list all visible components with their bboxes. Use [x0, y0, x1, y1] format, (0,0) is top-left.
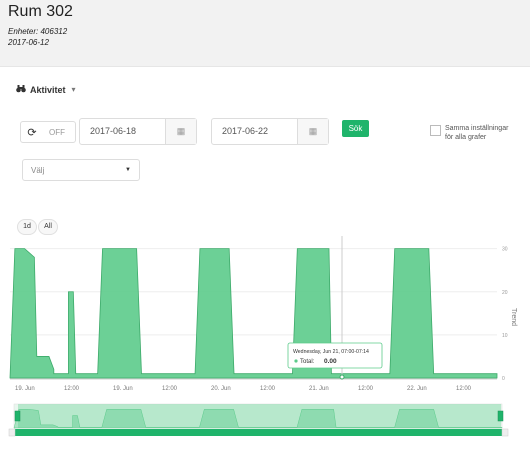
tooltip-date: Wednesday, Jun 21, 07:00-07:14 [293, 349, 369, 355]
toggle-off-label: OFF [49, 127, 65, 137]
x-tick-label: 12:00 [456, 386, 472, 392]
tooltip-value: 0.00 [324, 358, 337, 365]
series-area [9, 248, 498, 379]
page-title: Rum 302 [8, 3, 73, 20]
x-tick-label: 21. Jun [309, 386, 329, 392]
binoculars-icon [16, 84, 26, 95]
y-axis-label: Trend [510, 308, 517, 326]
y-tick-label: 0 [502, 376, 505, 382]
tooltip-series-marker [294, 359, 298, 363]
end-date-value: 2017-06-22 [222, 126, 269, 136]
calendar-icon[interactable]: ▦ [297, 119, 328, 144]
x-tick-label: 19. Jun [113, 386, 133, 392]
x-tick-label: 20. Jun [211, 386, 231, 392]
tooltip-label: Total: [300, 359, 315, 365]
navigator-left-handle[interactable] [14, 410, 21, 422]
units-label: Enheter: 406312 [8, 27, 68, 36]
activity-label: Aktivitet [30, 84, 66, 95]
y-tick-label: 20 [502, 290, 508, 296]
x-tick-label: 12:00 [358, 386, 374, 392]
x-tick-label: 19. Jun [15, 386, 35, 392]
range-1d-button[interactable]: 1d [17, 219, 37, 235]
y-tick-label: 10 [502, 333, 508, 339]
select-value: Välj [31, 165, 45, 175]
y-tick-label: 30 [502, 247, 508, 253]
calendar-icon[interactable]: ▦ [165, 119, 196, 144]
range-all-button[interactable]: All [38, 219, 58, 235]
x-tick-label: 12:00 [64, 386, 80, 392]
value-select[interactable]: Välj ▼ [22, 159, 140, 181]
activity-chart[interactable]: 19. Jun 12:00 19. Jun 12:00 20. Jun 12:00 21. … [0, 236, 530, 446]
page-header: Rum 302 Enheter: 406312 2017-06-12 [0, 0, 530, 67]
x-tick-label: 22. Jun [407, 386, 427, 392]
date-label: 2017-06-12 [8, 38, 49, 47]
x-tick-label: 12:00 [260, 386, 276, 392]
navigator-selection [18, 404, 501, 428]
navigator-right-handle[interactable] [497, 410, 504, 422]
refresh-toggle[interactable]: ⟳ OFF [20, 121, 76, 143]
activity-dropdown[interactable]: Aktivitet ▾ [16, 84, 76, 95]
search-button[interactable]: Sök [342, 120, 369, 137]
navigator-scrollbar[interactable] [14, 429, 502, 436]
hover-point [339, 374, 345, 380]
chevron-down-icon: ▼ [125, 167, 131, 173]
start-date-value: 2017-06-18 [90, 126, 137, 136]
chevron-down-icon: ▾ [71, 85, 76, 94]
same-settings-label: Samma inställningar för alla grafer [445, 125, 509, 141]
start-date-field[interactable]: 2017-06-18 ▦ [79, 118, 197, 145]
refresh-icon: ⟳ [27, 126, 37, 139]
end-date-field[interactable]: 2017-06-22 ▦ [211, 118, 329, 145]
scroll-right-arrow [501, 428, 509, 437]
same-settings-checkbox[interactable] [430, 125, 441, 136]
scroll-left-arrow [8, 428, 16, 437]
x-tick-label: 12:00 [162, 386, 178, 392]
